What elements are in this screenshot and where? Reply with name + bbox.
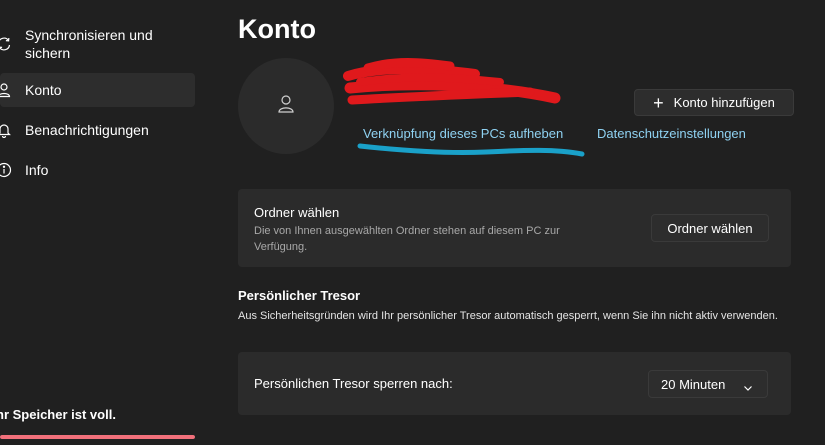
- choose-folders-description: Die von Ihnen ausgewählten Ordner stehen…: [254, 225, 560, 253]
- privacy-settings-link[interactable]: Datenschutzeinstellungen: [597, 126, 746, 141]
- unlink-pc-link[interactable]: Verknüpfung dieses PCs aufheben: [363, 126, 563, 141]
- sidebar-item-info[interactable]: Info: [0, 153, 195, 187]
- info-icon: [0, 160, 14, 180]
- choose-folders-title: Ordner wählen: [254, 205, 340, 220]
- sidebar-item-account[interactable]: Konto: [0, 73, 195, 107]
- vault-lock-value: 20 Minuten: [661, 376, 726, 392]
- sidebar-item-label: Synchronisieren und sichern: [25, 27, 153, 61]
- page-title: Konto: [238, 14, 316, 44]
- sidebar-item-notifications[interactable]: Benachrichtigungen: [0, 113, 195, 147]
- sync-icon: [0, 34, 14, 54]
- chevron-down-icon: [743, 380, 753, 395]
- sidebar-item-sync[interactable]: Synchronisieren und sichern: [0, 24, 195, 64]
- avatar: [238, 58, 334, 154]
- personal-vault-heading: Persönlicher Tresor: [238, 288, 361, 303]
- personal-vault-description: Aus Sicherheitsgründen wird Ihr persönli…: [238, 310, 778, 322]
- add-account-button[interactable]: + Konto hinzufügen: [634, 89, 794, 116]
- redaction-scribble: [340, 58, 565, 118]
- add-account-label: Konto hinzufügen: [673, 95, 775, 110]
- choose-folders-card: Ordner wählen Die von Ihnen ausgewählten…: [238, 189, 791, 267]
- sidebar: Synchronisieren und sichern Konto Benach…: [0, 0, 206, 445]
- person-icon: [277, 94, 295, 119]
- storage-warning: hr Speicher ist voll.: [0, 407, 116, 422]
- vault-lock-label: Persönlichen Tresor sperren nach:: [254, 376, 453, 391]
- sidebar-item-label: Konto: [25, 82, 62, 98]
- choose-folders-button[interactable]: Ordner wählen: [651, 214, 769, 242]
- storage-progress-fill: [0, 435, 195, 439]
- bell-icon: [0, 120, 14, 140]
- vault-lock-dropdown[interactable]: 20 Minuten: [648, 370, 768, 398]
- highlight-scribble: [356, 140, 588, 167]
- sidebar-item-label: Info: [25, 162, 49, 178]
- vault-lock-card: Persönlichen Tresor sperren nach: 20 Min…: [238, 352, 791, 415]
- storage-progress-bar: [0, 435, 195, 439]
- plus-icon: +: [653, 92, 664, 113]
- person-icon: [0, 80, 14, 100]
- sidebar-item-label: Benachrichtigungen: [25, 122, 149, 138]
